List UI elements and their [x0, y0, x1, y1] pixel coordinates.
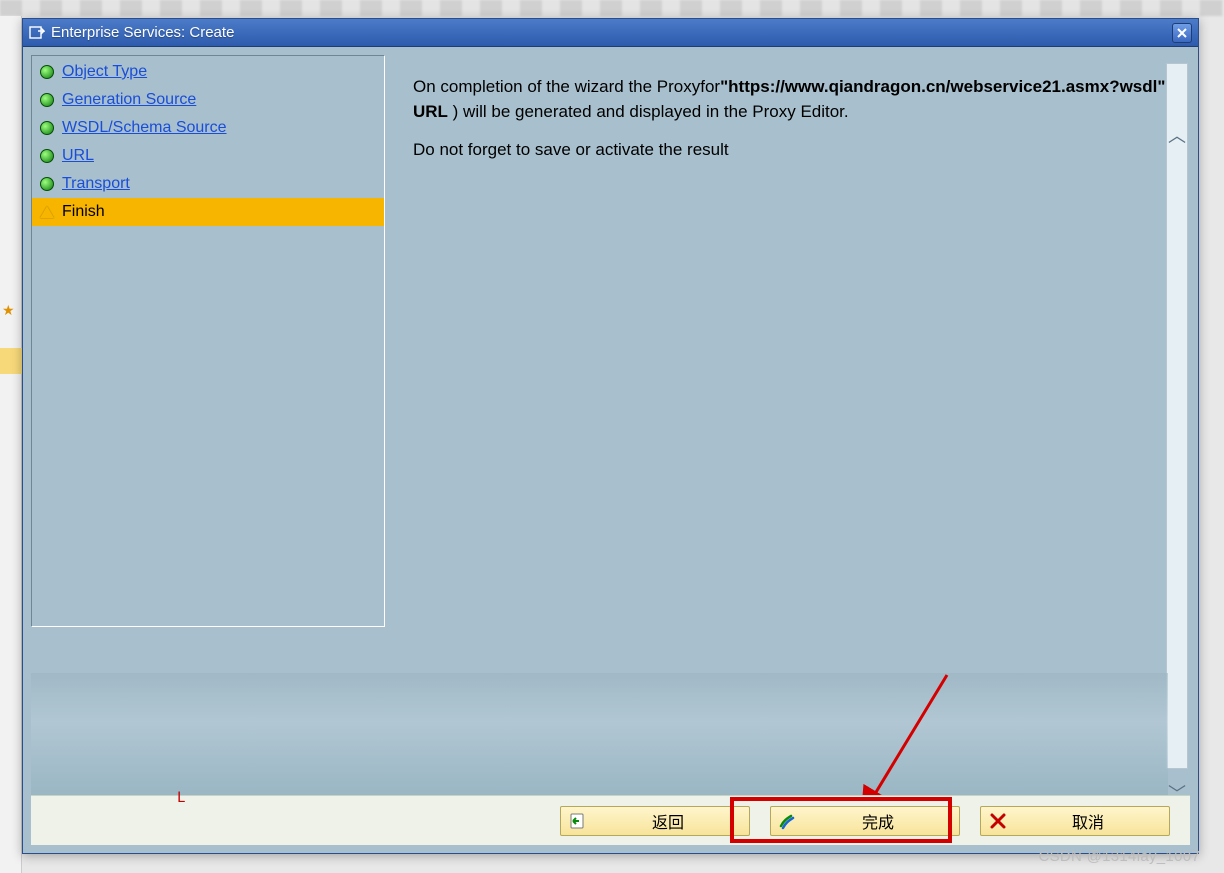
step-transport[interactable]: Transport [32, 170, 384, 198]
detail-text: On completion of the wizard the Proxyfor [413, 77, 720, 96]
detail-url: "https://www.qiandragon.cn/webservice21.… [720, 77, 1165, 96]
titlebar: Enterprise Services: Create [23, 19, 1198, 47]
step-done-icon [40, 121, 54, 135]
step-generation-source[interactable]: Generation Source [32, 86, 384, 114]
detail-url-label: URL [413, 102, 448, 121]
step-label: URL [62, 147, 94, 165]
dialog-footer: L 返回 完成 取消 [31, 795, 1190, 845]
step-label: WSDL/Schema Source [62, 119, 227, 137]
wizard-steps-panel: Object Type Generation Source WSDL/Schem… [31, 55, 385, 627]
cancel-button[interactable]: 取消 [980, 806, 1170, 836]
background-yellow-bar [0, 348, 22, 374]
annotation-l-mark: L [177, 790, 185, 806]
step-done-icon [40, 149, 54, 163]
step-label: Generation Source [62, 91, 196, 109]
scroll-up-icon[interactable]: ︿ [1167, 124, 1187, 146]
close-icon [1177, 28, 1187, 38]
finish-button-label: 完成 [805, 809, 951, 833]
step-done-icon [40, 177, 54, 191]
content-row: Object Type Generation Source WSDL/Schem… [31, 55, 1190, 663]
close-button[interactable] [1172, 23, 1192, 43]
detail-paragraph-1: On completion of the wizard the Proxyfor… [413, 75, 1176, 124]
step-finish[interactable]: Finish [32, 198, 384, 226]
step-url[interactable]: URL [32, 142, 384, 170]
back-button[interactable]: 返回 [560, 806, 750, 836]
detail-paragraph-2: Do not forget to save or activate the re… [413, 138, 1176, 163]
step-object-type[interactable]: Object Type [32, 58, 384, 86]
step-label: Finish [62, 203, 105, 221]
step-wsdl-schema-source[interactable]: WSDL/Schema Source [32, 114, 384, 142]
back-icon [569, 812, 587, 830]
step-current-icon [40, 206, 54, 218]
step-done-icon [40, 65, 54, 79]
step-label: Transport [62, 175, 130, 193]
detail-panel: On completion of the wizard the Proxyfor… [397, 55, 1190, 663]
background-toolbar [0, 0, 1224, 16]
star-icon: ★ [2, 302, 15, 319]
dialog-body: Object Type Generation Source WSDL/Schem… [23, 47, 1198, 853]
dialog-title: Enterprise Services: Create [51, 24, 1172, 41]
scrollbar[interactable]: ︿ ﹀ [1166, 63, 1188, 769]
background-left-gutter: ★ [0, 16, 22, 873]
titlebar-icon [29, 25, 45, 41]
back-button-label: 返回 [595, 809, 741, 833]
cancel-button-label: 取消 [1015, 809, 1161, 833]
detail-text: ) will be generated and displayed in the… [448, 102, 849, 121]
step-label: Object Type [62, 63, 147, 81]
spacer [31, 663, 1190, 795]
finish-icon [779, 812, 797, 830]
finish-button[interactable]: 完成 [770, 806, 960, 836]
dialog-window: Enterprise Services: Create Object Type … [22, 18, 1199, 854]
cancel-icon [989, 812, 1007, 830]
step-done-icon [40, 93, 54, 107]
